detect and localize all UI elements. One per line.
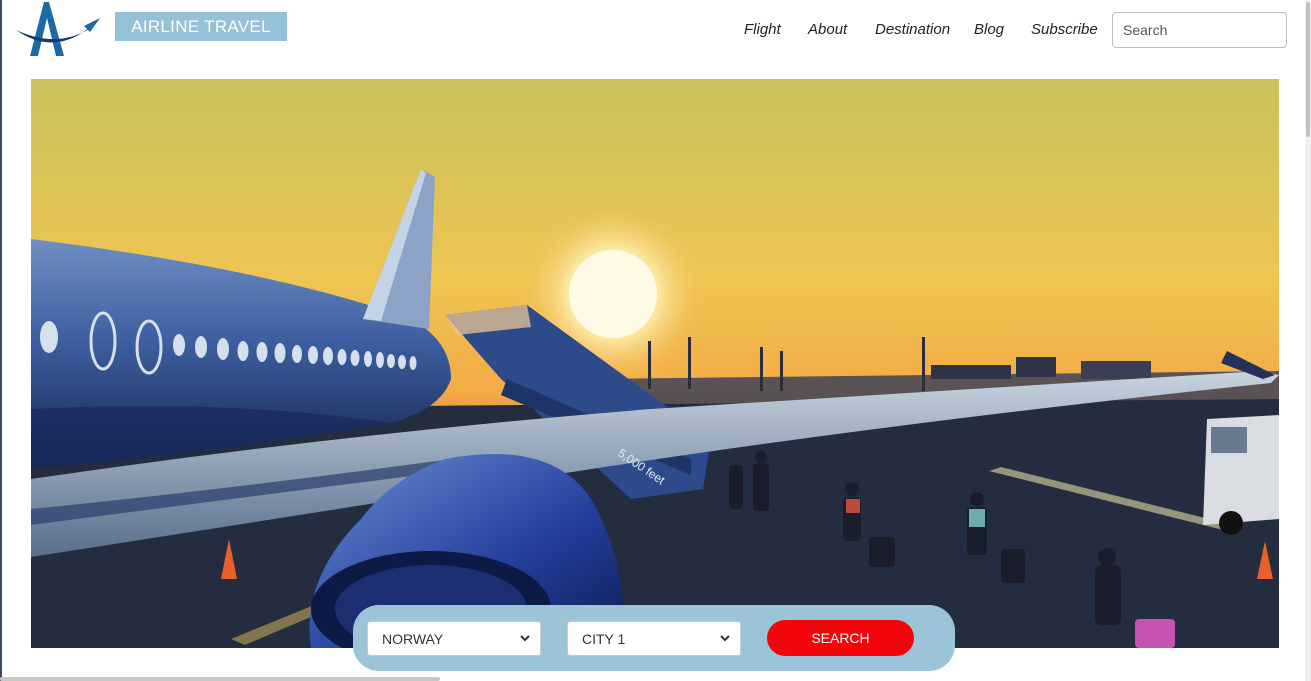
airport-sunset-photo: 5,000 feet [31, 79, 1279, 648]
site-header: AIRLINE TRAVEL Flight About Destination … [0, 0, 1311, 70]
booking-panel: NORWAY CITY 1 SEARCH [353, 605, 955, 671]
city-select[interactable]: CITY 1 [567, 621, 741, 656]
nav-link-flight[interactable]: Flight [744, 21, 781, 38]
hero-image: 5,000 feet [31, 79, 1279, 648]
city-select-value: CITY 1 [582, 630, 626, 647]
search-input[interactable] [1112, 12, 1287, 48]
chevron-down-icon [519, 631, 531, 645]
window-left-edge [0, 0, 2, 681]
horizontal-scrollbar-thumb[interactable] [0, 677, 440, 681]
vertical-scrollbar-thumb[interactable] [1306, 2, 1310, 137]
nav-link-about[interactable]: About [808, 21, 847, 38]
search-button[interactable]: SEARCH [767, 620, 914, 656]
nav-link-subscribe[interactable]: Subscribe [1031, 21, 1098, 38]
brand-name[interactable]: AIRLINE TRAVEL [115, 12, 287, 41]
country-select[interactable]: NORWAY [367, 621, 541, 656]
nav-link-destination[interactable]: Destination [875, 21, 950, 38]
nav-link-blog[interactable]: Blog [974, 21, 1004, 38]
country-select-value: NORWAY [382, 630, 444, 647]
airline-logo-icon[interactable] [14, 0, 104, 62]
chevron-down-icon [719, 631, 731, 645]
